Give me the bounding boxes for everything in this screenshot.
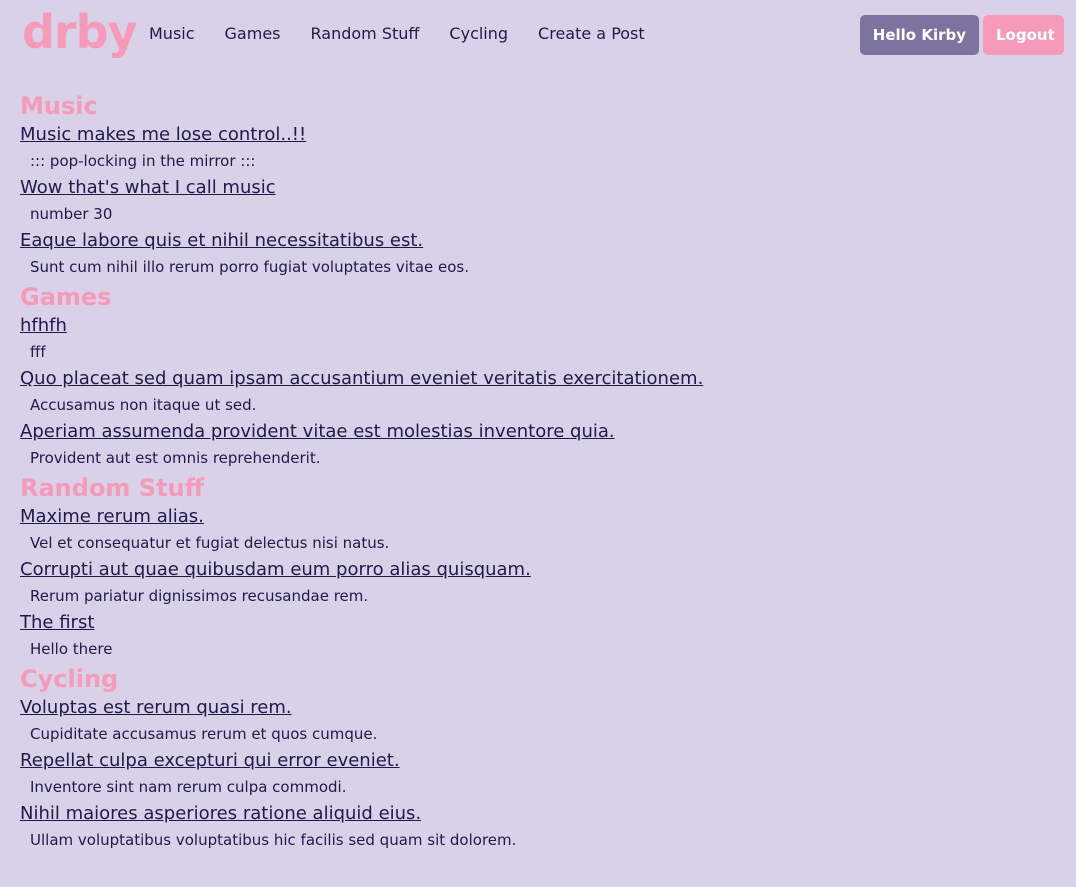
nav-links: Music Games Random Stuff Cycling Create … [149, 22, 645, 46]
post-excerpt: number 30 [30, 205, 113, 223]
post-item: Eaque labore quis et nihil necessitatibu… [20, 228, 1060, 281]
post-item: Maxime rerum alias. Vel et consequatur e… [20, 504, 1060, 557]
nav-link-music[interactable]: Music [149, 22, 195, 46]
post-excerpt: Accusamus non itaque ut sed. [30, 396, 257, 414]
section-title[interactable]: Games [20, 281, 1060, 313]
nav-link-cycling[interactable]: Cycling [449, 22, 508, 46]
user-greeting-button[interactable]: Hello Kirby [859, 15, 979, 55]
post-title-link[interactable]: Corrupti aut quae quibusdam eum porro al… [20, 557, 1060, 583]
post-title-link[interactable]: Wow that's what I call music [20, 175, 1060, 201]
section-title[interactable]: Random Stuff [20, 472, 1060, 504]
site-logo[interactable]: drby [22, 0, 138, 64]
post-excerpt: Hello there [30, 640, 113, 658]
post-excerpt: ::: pop-locking in the mirror ::: [30, 152, 256, 170]
post-title-link[interactable]: Eaque labore quis et nihil necessitatibu… [20, 228, 1060, 254]
post-title-link[interactable]: Quo placeat sed quam ipsam accusantium e… [20, 366, 1060, 392]
nav-account-controls: Hello Kirby Logout [859, 15, 1064, 55]
post-title-link[interactable]: Music makes me lose control..!! [20, 122, 1060, 148]
post-excerpt: Provident aut est omnis reprehenderit. [30, 449, 321, 467]
post-excerpt: Sunt cum nihil illo rerum porro fugiat v… [30, 258, 469, 276]
post-excerpt: Cupiditate accusamus rerum et quos cumqu… [30, 725, 378, 743]
logout-button[interactable]: Logout [983, 15, 1064, 55]
section-title[interactable]: Cycling [20, 663, 1060, 695]
nav-link-games[interactable]: Games [225, 22, 281, 46]
post-item: Nihil maiores asperiores ratione aliquid… [20, 801, 1060, 854]
post-title-link[interactable]: Maxime rerum alias. [20, 504, 1060, 530]
post-item: Music makes me lose control..!! ::: pop-… [20, 122, 1060, 175]
section-random-stuff: Random Stuff Maxime rerum alias. Vel et … [20, 472, 1060, 663]
post-excerpt: Rerum pariatur dignissimos recusandae re… [30, 587, 369, 605]
navbar: drby Music Games Random Stuff Cycling Cr… [0, 0, 1076, 70]
section-title[interactable]: Music [20, 90, 1060, 122]
main-content: Music Music makes me lose control..!! ::… [20, 90, 1060, 854]
post-excerpt: Vel et consequatur et fugiat delectus ni… [30, 534, 390, 552]
post-excerpt: Ullam voluptatibus voluptatibus hic faci… [30, 831, 517, 849]
nav-link-create-post[interactable]: Create a Post [538, 22, 645, 46]
post-item: Voluptas est rerum quasi rem. Cupiditate… [20, 695, 1060, 748]
section-cycling: Cycling Voluptas est rerum quasi rem. Cu… [20, 663, 1060, 854]
post-item: Corrupti aut quae quibusdam eum porro al… [20, 557, 1060, 610]
post-title-link[interactable]: Voluptas est rerum quasi rem. [20, 695, 1060, 721]
post-title-link[interactable]: Repellat culpa excepturi qui error eveni… [20, 748, 1060, 774]
nav-link-random-stuff[interactable]: Random Stuff [311, 22, 420, 46]
post-excerpt: fff [30, 343, 46, 361]
post-title-link[interactable]: hfhfh [20, 313, 1060, 339]
post-title-link[interactable]: Aperiam assumenda provident vitae est mo… [20, 419, 1060, 445]
post-excerpt: Inventore sint nam rerum culpa commodi. [30, 778, 347, 796]
post-item: hfhfh fff [20, 313, 1060, 366]
post-item: The first Hello there [20, 610, 1060, 663]
section-music: Music Music makes me lose control..!! ::… [20, 90, 1060, 281]
post-item: Aperiam assumenda provident vitae est mo… [20, 419, 1060, 472]
section-games: Games hfhfh fff Quo placeat sed quam ips… [20, 281, 1060, 472]
post-item: Quo placeat sed quam ipsam accusantium e… [20, 366, 1060, 419]
post-title-link[interactable]: Nihil maiores asperiores ratione aliquid… [20, 801, 1060, 827]
post-item: Repellat culpa excepturi qui error eveni… [20, 748, 1060, 801]
post-item: Wow that's what I call music number 30 [20, 175, 1060, 228]
post-title-link[interactable]: The first [20, 610, 1060, 636]
